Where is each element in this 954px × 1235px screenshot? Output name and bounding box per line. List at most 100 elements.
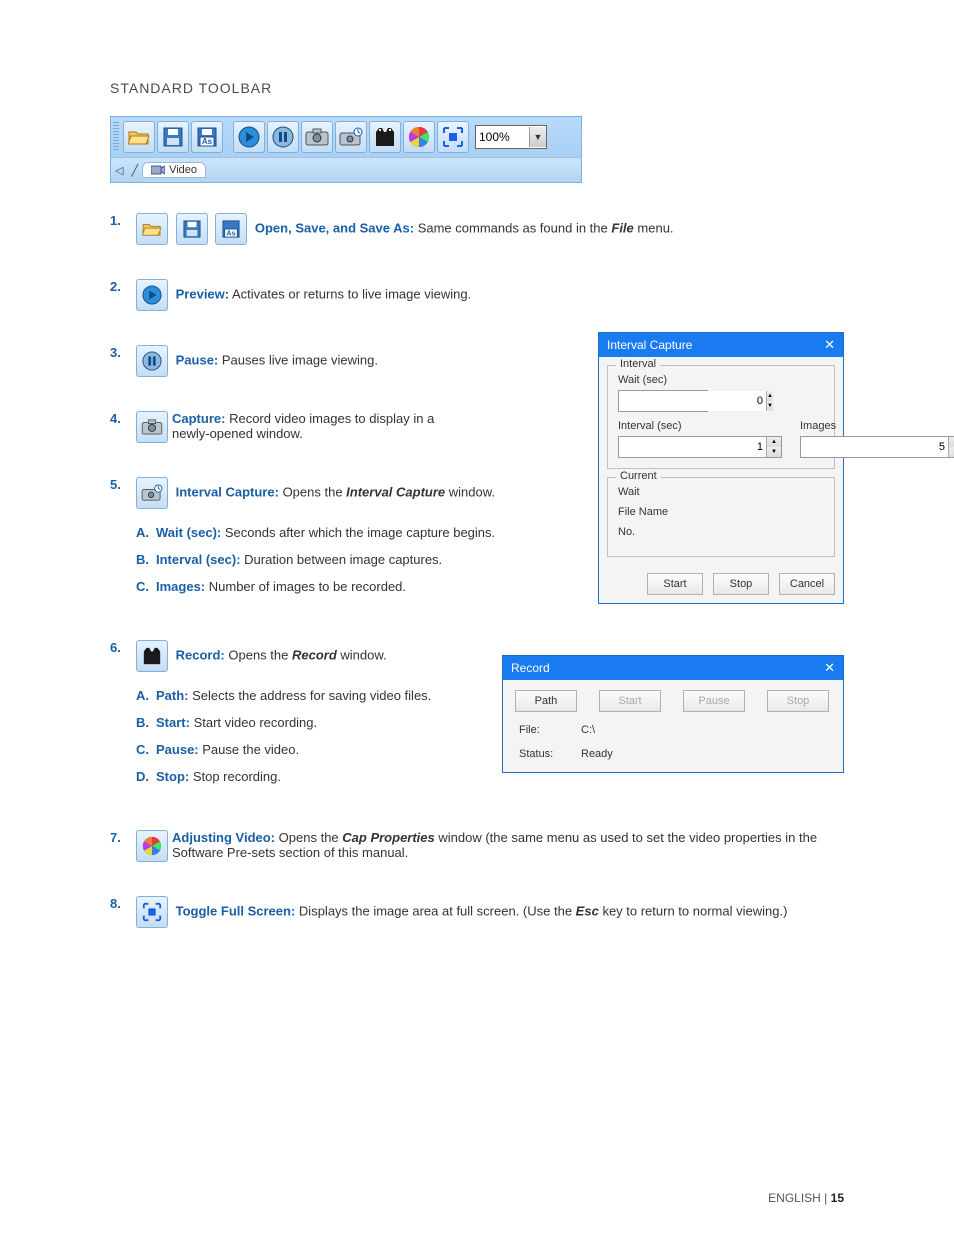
item-label: Interval Capture: xyxy=(176,484,279,499)
video-tab[interactable]: Video xyxy=(142,162,206,178)
sub-item: C.Pause: Pause the video. xyxy=(136,742,496,757)
record-path-button[interactable]: Path xyxy=(515,690,577,712)
status-value: Ready xyxy=(581,748,613,760)
item-number: 3. xyxy=(110,345,136,377)
footer-lang: ENGLISH xyxy=(768,1191,821,1205)
list-item: 8. Toggle Full Screen: Displays the imag… xyxy=(110,896,844,928)
item-keyword: Interval Capture xyxy=(346,484,445,499)
record-pause-button[interactable]: Pause xyxy=(683,690,745,712)
tab-divider-icon: ╱ xyxy=(131,164,138,177)
capture-button[interactable] xyxy=(301,121,333,153)
record-start-button[interactable]: Start xyxy=(599,690,661,712)
capture-icon xyxy=(136,411,168,443)
record-icon xyxy=(136,640,168,672)
spin-up-icon[interactable]: ▲ xyxy=(949,437,954,447)
dialog-titlebar: Record ✕ xyxy=(503,656,843,680)
adjusting-video-button[interactable] xyxy=(403,121,435,153)
sub-item: A.Path: Selects the address for saving v… xyxy=(136,688,496,703)
item-keyword: Cap Properties xyxy=(342,830,434,845)
video-tab-icon xyxy=(151,164,165,176)
images-spinner[interactable]: ▲▼ xyxy=(800,436,954,458)
footer-page: 15 xyxy=(831,1191,844,1205)
item-keyword: Esc xyxy=(576,903,599,918)
item-number: 6. xyxy=(110,640,136,796)
file-label: File: xyxy=(519,724,563,736)
item-text: menu. xyxy=(637,220,673,235)
interval-input[interactable] xyxy=(619,437,766,457)
interval-cancel-button[interactable]: Cancel xyxy=(779,573,835,595)
group-legend: Interval xyxy=(616,358,660,370)
spin-up-icon[interactable]: ▲ xyxy=(767,437,781,447)
save-button[interactable] xyxy=(157,121,189,153)
item-label: Toggle Full Screen: xyxy=(176,903,296,918)
footer-sep: | xyxy=(821,1191,831,1205)
interval-group: Interval Wait (sec) ▲▼ Interval (sec) ▲▼… xyxy=(607,365,835,469)
spin-down-icon[interactable]: ▼ xyxy=(767,447,781,457)
svg-text:As: As xyxy=(202,137,213,146)
status-label: Status: xyxy=(519,748,563,760)
item-text: Opens the xyxy=(228,647,292,662)
dialog-titlebar: Interval Capture ✕ xyxy=(599,333,843,357)
section-heading: STANDARD TOOLBAR xyxy=(110,80,844,96)
open-button[interactable] xyxy=(123,121,155,153)
current-file-label: File Name xyxy=(618,506,824,518)
wait-input[interactable] xyxy=(619,391,766,411)
record-button[interactable] xyxy=(369,121,401,153)
preview-icon xyxy=(136,279,168,311)
pause-button[interactable] xyxy=(267,121,299,153)
item-label: Adjusting Video: xyxy=(172,830,275,845)
list-item: 2. Preview: Activates or returns to live… xyxy=(110,279,844,311)
item-number: 5. xyxy=(110,477,136,606)
group-legend: Current xyxy=(616,470,661,482)
fullscreen-icon xyxy=(136,896,168,928)
current-wait-label: Wait xyxy=(618,486,824,498)
spin-up-icon[interactable]: ▲ xyxy=(767,391,773,401)
spin-down-icon[interactable]: ▼ xyxy=(767,401,773,411)
wait-label: Wait (sec) xyxy=(618,374,824,386)
current-no-label: No. xyxy=(618,526,824,538)
standard-toolbar: AsAs xyxy=(110,116,582,183)
close-icon[interactable]: ✕ xyxy=(824,337,835,353)
svg-text:As: As xyxy=(227,228,236,237)
current-group: Current Wait File Name No. xyxy=(607,477,835,557)
interval-capture-button[interactable] xyxy=(335,121,367,153)
item-label: Open, Save, and Save As: xyxy=(255,220,414,235)
wait-spinner[interactable]: ▲▼ xyxy=(618,390,708,412)
interval-start-button[interactable]: Start xyxy=(647,573,703,595)
save-icon xyxy=(176,213,208,245)
interval-stop-button[interactable]: Stop xyxy=(713,573,769,595)
item-label: Preview: xyxy=(176,286,229,301)
sub-item: B.Start: Start video recording. xyxy=(136,715,496,730)
preview-button[interactable] xyxy=(233,121,265,153)
item-label: Record: xyxy=(176,647,225,662)
tab-prev-icon[interactable]: ◁ xyxy=(115,164,123,177)
sub-item: D.Stop: Stop recording. xyxy=(136,769,496,784)
close-icon[interactable]: ✕ xyxy=(824,660,835,676)
zoom-dropdown-button[interactable]: ▼ xyxy=(529,127,546,147)
interval-label: Interval (sec) xyxy=(618,420,782,432)
interval-capture-icon xyxy=(136,477,168,509)
zoom-combo[interactable]: ▼ xyxy=(475,125,547,149)
item-text: window. xyxy=(340,647,386,662)
item-text: Pauses live image viewing. xyxy=(222,352,378,367)
record-stop-button[interactable]: Stop xyxy=(767,690,829,712)
item-number: 1. xyxy=(110,213,136,245)
item-number: 8. xyxy=(110,896,136,928)
save-as-button[interactable]: AsAs xyxy=(191,121,223,153)
interval-spinner[interactable]: ▲▼ xyxy=(618,436,782,458)
zoom-input[interactable] xyxy=(476,126,529,148)
video-tab-label: Video xyxy=(169,164,197,176)
images-label: Images xyxy=(800,420,954,432)
images-input[interactable] xyxy=(801,437,948,457)
item-number: 4. xyxy=(110,411,136,443)
item-text: window. xyxy=(449,484,495,499)
interval-capture-dialog: Interval Capture ✕ Interval Wait (sec) ▲… xyxy=(598,332,844,604)
file-value: C:\ xyxy=(581,724,595,736)
dialog-title: Interval Capture xyxy=(607,338,692,352)
fullscreen-button[interactable] xyxy=(437,121,469,153)
save-as-icon: As xyxy=(215,213,247,245)
spin-down-icon[interactable]: ▼ xyxy=(949,447,954,457)
record-dialog: Record ✕ Path Start Pause Stop File: C:\… xyxy=(502,655,844,773)
item-text: Opens the xyxy=(279,830,343,845)
item-label: Pause: xyxy=(176,352,219,367)
